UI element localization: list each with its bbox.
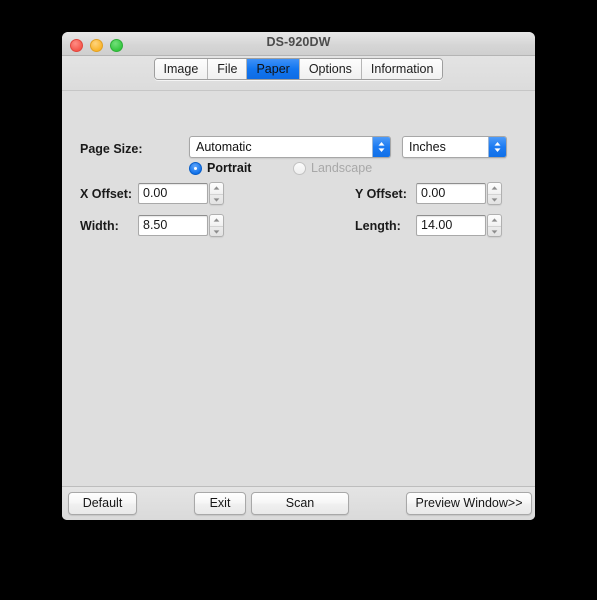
tab-image[interactable]: Image — [155, 59, 209, 79]
units-select[interactable]: Inches — [402, 136, 507, 158]
x-offset-stepper[interactable] — [209, 182, 224, 205]
chevron-up-down-icon[interactable] — [372, 137, 390, 157]
exit-button[interactable]: Exit — [194, 492, 246, 515]
stepper-down-icon[interactable] — [488, 195, 501, 206]
radio-portrait-label: Portrait — [207, 161, 251, 175]
stepper-up-icon[interactable] — [488, 215, 501, 227]
tab-options[interactable]: Options — [300, 59, 362, 79]
radio-portrait[interactable]: Portrait — [189, 161, 251, 175]
radio-landscape-indicator — [293, 162, 306, 175]
default-button[interactable]: Default — [68, 492, 137, 515]
width-label: Width: — [80, 219, 119, 233]
length-input[interactable]: 14.00 — [416, 215, 486, 236]
x-offset-input[interactable]: 0.00 — [138, 183, 208, 204]
x-offset-value: 0.00 — [143, 184, 167, 203]
width-value: 8.50 — [143, 216, 167, 235]
tab-information[interactable]: Information — [362, 59, 443, 79]
width-input[interactable]: 8.50 — [138, 215, 208, 236]
radio-portrait-indicator[interactable] — [189, 162, 202, 175]
page-size-select[interactable]: Automatic — [189, 136, 391, 158]
page-size-value: Automatic — [196, 137, 252, 157]
y-offset-input[interactable]: 0.00 — [416, 183, 486, 204]
preview-window-button[interactable]: Preview Window>> — [406, 492, 532, 515]
radio-landscape: Landscape — [293, 161, 372, 175]
radio-landscape-label: Landscape — [311, 161, 372, 175]
stepper-up-icon[interactable] — [488, 183, 501, 195]
stepper-down-icon[interactable] — [488, 227, 501, 238]
x-offset-label: X Offset: — [80, 187, 132, 201]
tab-file[interactable]: File — [208, 59, 247, 79]
paper-settings-panel: Page Size: Automatic Inches Portra — [62, 90, 535, 486]
stepper-up-icon[interactable] — [210, 215, 223, 227]
stepper-down-icon[interactable] — [210, 227, 223, 238]
chevron-up-down-icon[interactable] — [488, 137, 506, 157]
tab-paper[interactable]: Paper — [247, 59, 299, 79]
window-titlebar: DS-920DW — [62, 32, 535, 56]
length-stepper[interactable] — [487, 214, 502, 237]
window-title: DS-920DW — [62, 35, 535, 49]
y-offset-value: 0.00 — [421, 184, 445, 203]
units-value: Inches — [409, 137, 446, 157]
scan-button[interactable]: Scan — [251, 492, 349, 515]
page-size-label: Page Size: — [80, 142, 143, 156]
tab-group: Image File Paper Options Information — [154, 58, 444, 80]
y-offset-label: Y Offset: — [355, 187, 407, 201]
length-label: Length: — [355, 219, 401, 233]
stepper-up-icon[interactable] — [210, 183, 223, 195]
tab-strip: Image File Paper Options Information — [62, 56, 535, 90]
y-offset-stepper[interactable] — [487, 182, 502, 205]
scanner-window: DS-920DW Image File Paper Options Inform… — [62, 32, 535, 520]
width-stepper[interactable] — [209, 214, 224, 237]
stepper-down-icon[interactable] — [210, 195, 223, 206]
window-footer: Default Exit Scan Preview Window>> — [62, 486, 535, 520]
length-value: 14.00 — [421, 216, 452, 235]
